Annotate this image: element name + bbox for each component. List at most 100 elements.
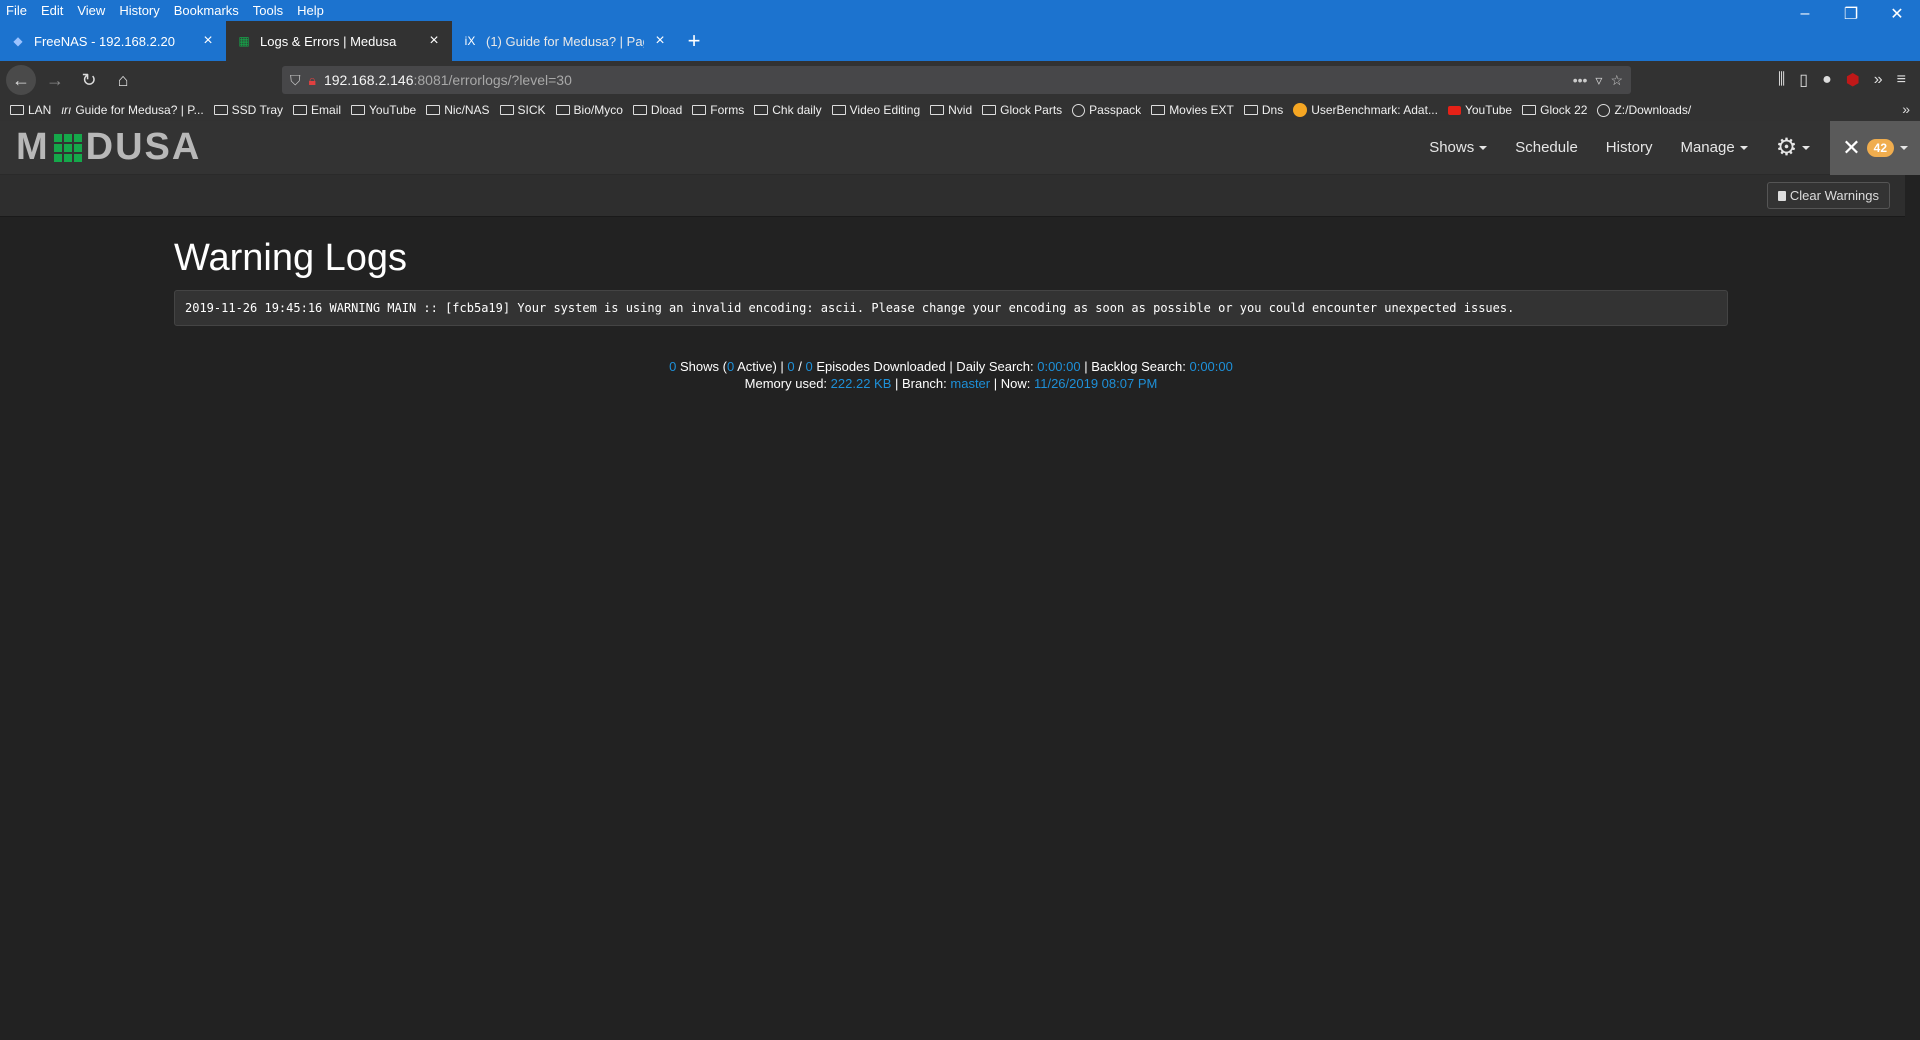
folder-icon: [831, 105, 846, 115]
ublock-icon[interactable]: ⬢: [1846, 70, 1860, 90]
pocket-icon[interactable]: ▿: [1595, 72, 1602, 89]
nav-manage[interactable]: Manage: [1666, 139, 1761, 156]
menu-bookmarks[interactable]: Bookmarks: [167, 3, 246, 18]
gear-icon: ⚙: [1775, 134, 1798, 161]
menu-edit[interactable]: Edit: [34, 3, 70, 18]
bookmark-label: Nic/NAS: [444, 103, 490, 117]
trash-icon: [1777, 190, 1786, 201]
page-scrollbar[interactable]: [1905, 175, 1920, 1040]
bookmark-item[interactable]: Glock 22: [1522, 103, 1587, 117]
bookmark-label: Email: [311, 103, 342, 117]
insecure-lock-icon[interactable]: 🔒︎: [309, 72, 316, 89]
address-bar[interactable]: ⛉ 🔒︎ 192.168.2.146:8081/errorlogs/?level…: [282, 66, 1631, 94]
bookmark-label: Dload: [650, 103, 683, 117]
bookmark-item[interactable]: UserBenchmark: Adat...: [1293, 103, 1438, 117]
bookmark-item[interactable]: Z:/Downloads/: [1597, 103, 1691, 117]
bookmark-item[interactable]: SSD Tray: [213, 103, 284, 117]
bookmark-item[interactable]: Bio/Myco: [555, 103, 623, 117]
nav-shows[interactable]: Shows: [1415, 139, 1501, 156]
caret-down-icon: [1900, 145, 1908, 150]
bookmark-item[interactable]: Forms: [692, 103, 744, 117]
close-tab-icon[interactable]: ×: [426, 32, 442, 50]
close-tab-icon[interactable]: ×: [200, 32, 216, 50]
medusa-logo[interactable]: M DUSA: [16, 126, 201, 169]
menu-tools[interactable]: Tools: [246, 3, 290, 18]
bookmark-item[interactable]: YouTube: [1447, 103, 1512, 117]
bookmark-label: Chk daily: [772, 103, 822, 117]
footer-label: /: [794, 359, 806, 374]
bookmarks-overflow-chevron-icon[interactable]: »: [1902, 101, 1910, 117]
back-arrow-icon[interactable]: ←: [6, 65, 36, 95]
bookmark-item[interactable]: Passpack: [1072, 103, 1141, 117]
menu-view[interactable]: View: [70, 3, 112, 18]
bookmark-item[interactable]: Video Editing: [831, 103, 921, 117]
nav-history[interactable]: History: [1592, 139, 1667, 156]
bookmark-item[interactable]: Chk daily: [754, 103, 822, 117]
folder-icon: [754, 105, 769, 115]
bookmark-item[interactable]: Dns: [1243, 103, 1283, 117]
branch-value[interactable]: master: [950, 376, 990, 391]
bookmark-item[interactable]: Nvid: [930, 103, 972, 117]
bookmark-star-icon[interactable]: ☆: [1610, 72, 1623, 89]
close-tab-icon[interactable]: ×: [652, 32, 668, 50]
sidebar-icon[interactable]: ▯: [1799, 70, 1808, 90]
bookmark-item[interactable]: ιrı Guide for Medusa? | P...: [61, 103, 203, 117]
warnings-badge: 42: [1866, 138, 1894, 157]
tab-title: Logs & Errors | Medusa: [260, 33, 397, 49]
new-tab-button[interactable]: +: [678, 21, 710, 61]
bookmark-label: SSD Tray: [231, 103, 284, 117]
forward-arrow-icon[interactable]: →: [40, 65, 70, 95]
library-icon[interactable]: ⫼: [1778, 71, 1785, 89]
footer-label: Shows (: [676, 359, 727, 374]
site-favicon-icon: ιrı: [61, 103, 72, 117]
url-path: :8081/errorlogs/?level=30: [413, 72, 572, 88]
overflow-chevron-icon[interactable]: »: [1874, 71, 1883, 89]
folder-icon: [426, 105, 441, 115]
tab-title: (1) Guide for Medusa? | Page 2: [486, 33, 644, 49]
bookmark-label: Z:/Downloads/: [1614, 103, 1692, 117]
reload-icon[interactable]: ↻: [74, 65, 104, 95]
bookmark-label: Passpack: [1089, 103, 1142, 117]
bookmark-item[interactable]: Email: [293, 103, 341, 117]
nav-config[interactable]: ⚙: [1762, 133, 1825, 162]
folder-icon: [213, 105, 228, 115]
youtube-icon: [1447, 105, 1461, 115]
bookmark-label: Video Editing: [849, 103, 921, 117]
extension-dark-icon[interactable]: ●: [1822, 71, 1832, 89]
tab-medusa-logs[interactable]: ▦ Logs & Errors | Medusa ×: [226, 21, 452, 61]
clear-warnings-label: Clear Warnings: [1789, 188, 1879, 203]
main-content: Warning Logs 2019-11-26 19:45:16 WARNING…: [0, 217, 1900, 392]
nav-schedule[interactable]: Schedule: [1501, 139, 1592, 156]
bookmark-item[interactable]: SICK: [499, 103, 546, 117]
menu-file[interactable]: File: [0, 3, 34, 18]
tab-guide[interactable]: iX (1) Guide for Medusa? | Page 2 ×: [452, 21, 678, 61]
bookmark-label: Guide for Medusa? | P...: [75, 103, 204, 117]
folder-icon: [692, 105, 707, 115]
bookmark-item[interactable]: Glock Parts: [982, 103, 1062, 117]
forum-favicon-icon: iX: [464, 34, 476, 48]
footer-label: | Branch:: [891, 376, 951, 391]
medusa-navbar: M DUSA Shows Schedule History Manage ⚙ ✕…: [0, 120, 1920, 175]
menu-help[interactable]: Help: [290, 3, 331, 18]
globe-icon: [1072, 103, 1086, 117]
now-value: 11/26/2019 08:07 PM: [1033, 376, 1158, 391]
bookmark-item[interactable]: LAN: [10, 103, 51, 117]
home-icon[interactable]: ⌂: [108, 65, 138, 95]
nav-shows-label: Shows: [1429, 139, 1475, 156]
sub-menu-bar: Clear Warnings: [0, 175, 1920, 217]
hamburger-menu-icon[interactable]: ≡: [1897, 71, 1906, 89]
shield-icon[interactable]: ⛉: [290, 72, 301, 89]
episodes-total[interactable]: 0: [806, 359, 813, 374]
bookmark-item[interactable]: YouTube: [351, 103, 416, 117]
clear-warnings-button[interactable]: Clear Warnings: [1766, 182, 1890, 209]
menu-history[interactable]: History: [112, 3, 166, 18]
bookmark-item[interactable]: Movies EXT: [1151, 103, 1234, 117]
episodes-downloaded[interactable]: 0: [787, 359, 794, 374]
bookmark-item[interactable]: Nic/NAS: [426, 103, 490, 117]
page-actions-icon[interactable]: •••: [1573, 72, 1588, 88]
folder-icon: [499, 105, 514, 115]
bookmark-item[interactable]: Dload: [632, 103, 683, 117]
tab-freenas[interactable]: ◆ FreeNAS - 192.168.2.20 ×: [0, 21, 226, 61]
freenas-favicon-icon: ◆: [13, 34, 23, 48]
nav-tools[interactable]: ✕ 42: [1830, 120, 1920, 175]
